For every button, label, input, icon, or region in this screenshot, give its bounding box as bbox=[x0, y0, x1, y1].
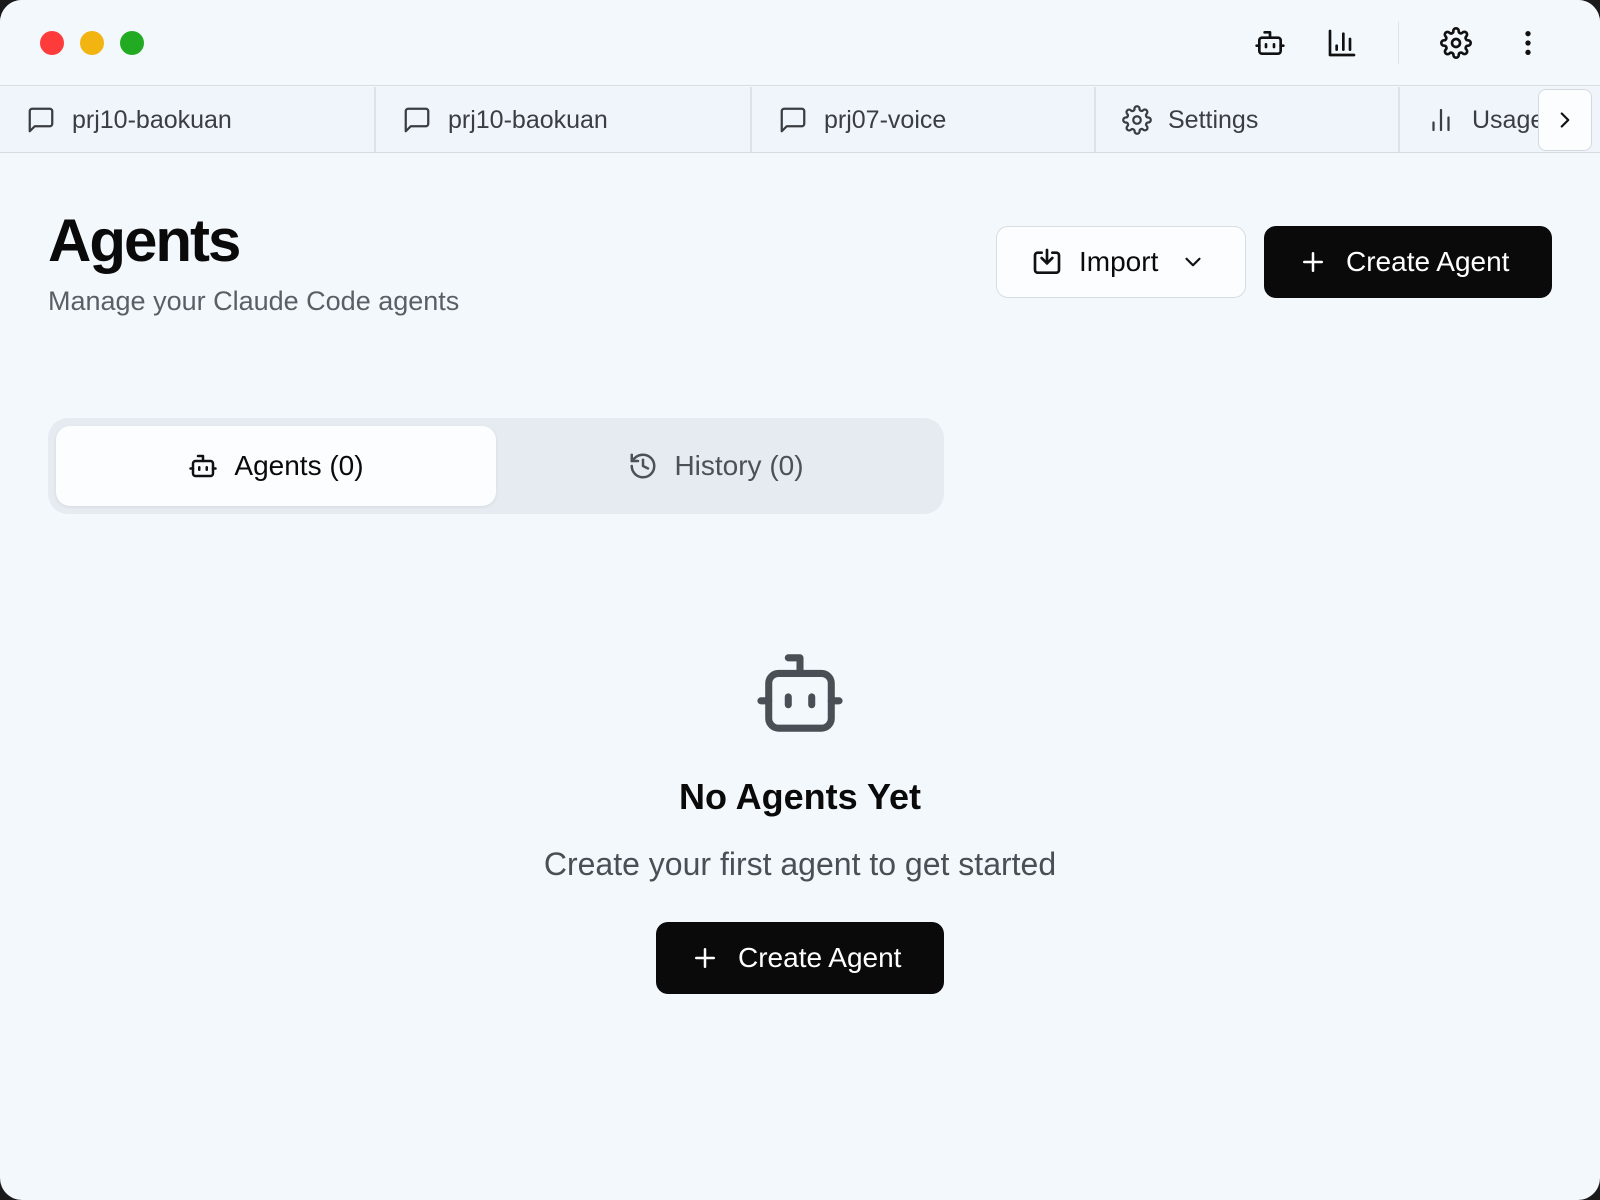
gear-icon bbox=[1122, 105, 1152, 135]
import-icon bbox=[1033, 248, 1061, 274]
bot-icon bbox=[1255, 31, 1285, 55]
empty-state-create-label: Create Agent bbox=[738, 942, 902, 973]
tab-label: prj10-baokuan bbox=[448, 105, 608, 134]
page-subtitle: Manage your Claude Code agents bbox=[48, 286, 460, 316]
bot-icon bbox=[189, 454, 218, 478]
create-agent-button[interactable]: Create Agent bbox=[1264, 226, 1552, 298]
bot-icon bbox=[757, 654, 843, 732]
tab-history[interactable]: History (0) bbox=[496, 426, 936, 506]
chevron-right-icon bbox=[1560, 112, 1570, 128]
import-label: Import bbox=[1079, 246, 1159, 277]
close-window-button[interactable] bbox=[40, 31, 64, 55]
chevron-down-icon bbox=[1185, 257, 1201, 267]
plus-icon bbox=[695, 948, 715, 968]
empty-state-text: Create your first agent to get started bbox=[543, 846, 1057, 882]
title-bar bbox=[0, 0, 1600, 86]
message-square-icon bbox=[778, 105, 808, 135]
maximize-window-button[interactable] bbox=[120, 31, 144, 55]
usage-toolbar-button[interactable] bbox=[1322, 23, 1362, 63]
agents-toolbar-button[interactable] bbox=[1250, 23, 1290, 63]
tab-prj10-baokuan-1[interactable]: prj10-baokuan bbox=[0, 87, 376, 152]
tab-label: Settings bbox=[1168, 105, 1259, 134]
tab-history-label: History (0) bbox=[674, 450, 804, 481]
tab-agents[interactable]: Agents (0) bbox=[56, 426, 496, 506]
plus-icon bbox=[1303, 252, 1323, 272]
message-square-icon bbox=[402, 105, 432, 135]
gear-icon bbox=[1440, 27, 1472, 59]
more-menu-button[interactable] bbox=[1508, 23, 1548, 63]
empty-state-create-agent-button[interactable]: Create Agent bbox=[656, 922, 944, 994]
settings-toolbar-button[interactable] bbox=[1436, 23, 1476, 63]
tab-settings[interactable]: Settings bbox=[1096, 87, 1400, 152]
tab-label: prj07-voice bbox=[824, 105, 947, 134]
tab-prj10-baokuan-2[interactable]: prj10-baokuan bbox=[376, 87, 752, 152]
page-title: Agents bbox=[48, 207, 241, 274]
bar-chart-icon bbox=[1328, 29, 1356, 57]
create-agent-label: Create Agent bbox=[1346, 246, 1510, 277]
tab-agents-label: Agents (0) bbox=[234, 450, 364, 481]
scroll-tabs-right-button[interactable] bbox=[1538, 89, 1592, 151]
history-icon bbox=[630, 453, 656, 479]
tab-label: Usage bbox=[1472, 105, 1545, 134]
tab-label: prj10-baokuan bbox=[72, 105, 232, 134]
import-dropdown-button[interactable]: Import bbox=[996, 226, 1246, 298]
tab-strip: prj10-baokuan prj10-baokuan prj07-voice … bbox=[0, 87, 1600, 153]
view-switcher: Agents (0) History (0) bbox=[48, 418, 944, 514]
app-window: prj10-baokuan prj10-baokuan prj07-voice … bbox=[0, 0, 1600, 1200]
bar-chart-icon bbox=[1426, 105, 1456, 135]
more-vertical-icon bbox=[1525, 31, 1531, 55]
tab-prj07-voice[interactable]: prj07-voice bbox=[752, 87, 1096, 152]
toolbar-divider bbox=[1398, 22, 1399, 64]
message-square-icon bbox=[26, 105, 56, 135]
minimize-window-button[interactable] bbox=[80, 31, 104, 55]
empty-state-title: No Agents Yet bbox=[678, 776, 922, 817]
